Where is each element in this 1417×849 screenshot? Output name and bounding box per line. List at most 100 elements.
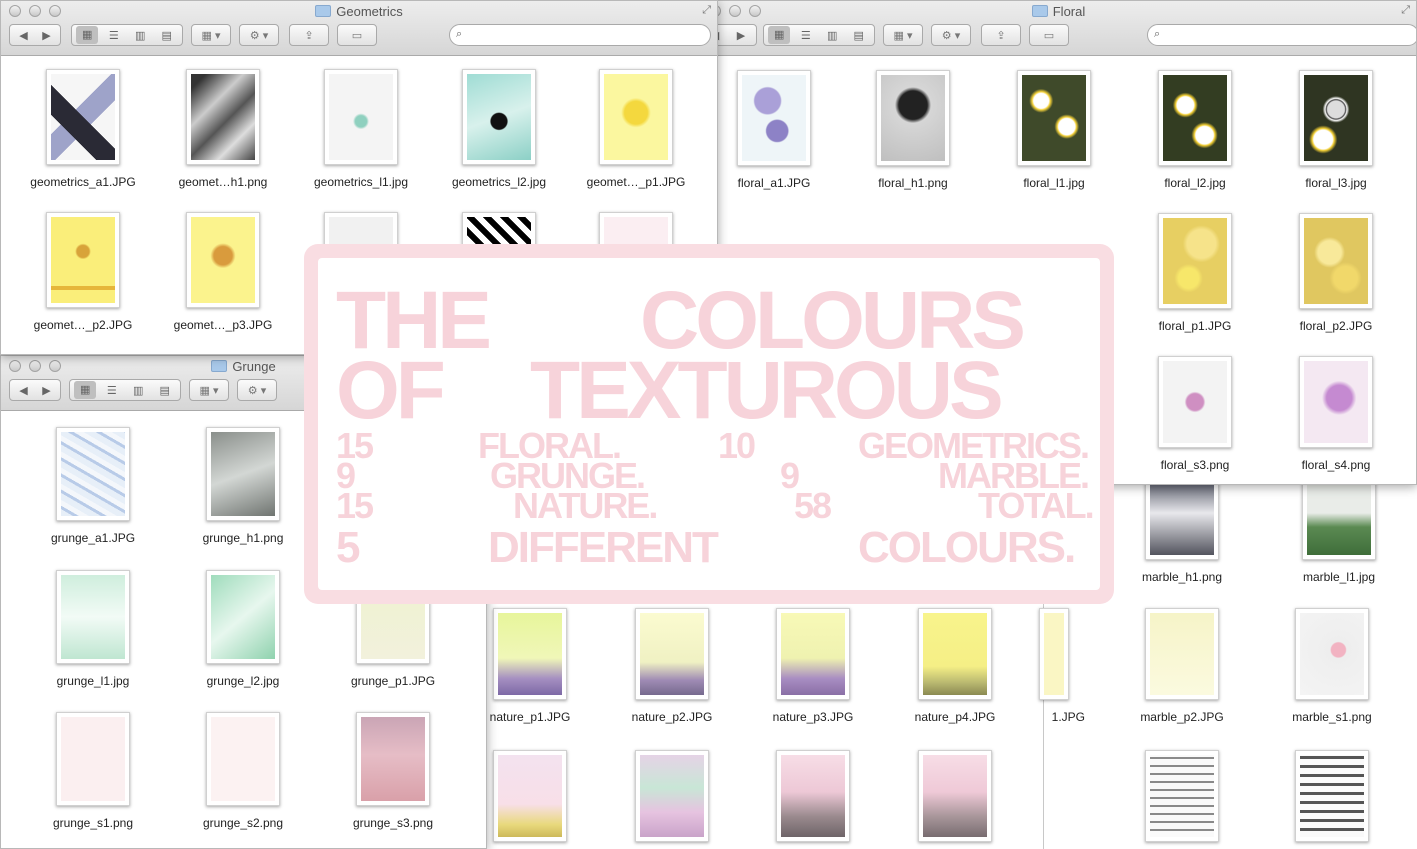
share-button[interactable]: ⇪ xyxy=(981,24,1021,46)
file-thumbnail xyxy=(1295,750,1369,842)
file-label: floral_l2.jpg xyxy=(1164,176,1226,190)
back-icon[interactable]: ◀ xyxy=(13,384,35,397)
file-thumbnail xyxy=(1302,480,1376,560)
tags-button[interactable]: ▭ xyxy=(337,24,377,46)
file-item[interactable] xyxy=(487,750,600,842)
coverflow-view-icon[interactable]: ▤ xyxy=(154,384,176,397)
fullscreen-icon[interactable]: ⤢ xyxy=(702,4,711,17)
file-item[interactable]: floral_a1.JPG xyxy=(704,70,844,190)
file-item[interactable]: grunge_s1.png xyxy=(23,712,163,830)
file-item[interactable]: floral_l1.jpg xyxy=(984,70,1124,190)
file-label: floral_l1.jpg xyxy=(1023,176,1085,190)
back-icon[interactable]: ◀ xyxy=(13,29,35,42)
file-thumbnail xyxy=(1017,70,1091,166)
search-input[interactable]: ⌕ xyxy=(449,24,711,46)
coverflow-view-icon[interactable]: ▤ xyxy=(848,29,870,42)
overlay-count: 58 xyxy=(794,485,832,526)
back-forward-buttons[interactable]: ◀▶ xyxy=(9,379,61,401)
file-item[interactable]: nature_p2.JPG xyxy=(602,608,742,724)
file-item[interactable]: grunge_l2.jpg xyxy=(173,570,313,688)
file-item[interactable] xyxy=(885,750,1025,842)
file-thumbnail xyxy=(635,608,709,700)
file-item[interactable]: grunge_s2.png xyxy=(173,712,313,830)
forward-icon[interactable]: ▶ xyxy=(36,384,58,397)
file-item[interactable]: marble_l1.jpg xyxy=(1269,480,1409,584)
file-item[interactable]: geomet…_p1.JPG xyxy=(566,69,706,189)
search-input[interactable]: ⌕ xyxy=(1147,24,1416,46)
file-thumbnail xyxy=(1145,480,1219,560)
file-item[interactable] xyxy=(743,750,883,842)
file-item[interactable]: floral_p2.JPG xyxy=(1266,213,1406,333)
file-item[interactable]: floral_s3.png xyxy=(1125,356,1265,472)
action-button[interactable]: ⚙ ▾ xyxy=(237,379,277,401)
coverflow-view-icon[interactable]: ▤ xyxy=(156,29,178,42)
file-label: grunge_l2.jpg xyxy=(206,674,280,688)
file-thumbnail xyxy=(493,750,567,842)
file-item[interactable]: geometrics_a1.JPG xyxy=(13,69,153,189)
overlay-word-of: OF xyxy=(336,345,446,436)
file-item[interactable]: floral_p1.JPG xyxy=(1125,213,1265,333)
overlay-count: 10 xyxy=(718,425,756,466)
file-item[interactable]: geometrics_l2.jpg xyxy=(429,69,569,189)
file-item[interactable]: floral_s4.png xyxy=(1266,356,1406,472)
file-item[interactable]: nature_p3.JPG xyxy=(743,608,883,724)
file-item[interactable]: marble_s1.png xyxy=(1262,608,1402,724)
column-view-icon[interactable]: ▥ xyxy=(127,384,149,397)
column-view-icon[interactable]: ▥ xyxy=(129,29,151,42)
file-item[interactable]: grunge_l1.jpg xyxy=(23,570,163,688)
icon-view-icon[interactable]: ▦ xyxy=(768,26,791,44)
file-item[interactable]: grunge_h1.png xyxy=(173,427,313,545)
icon-view-icon[interactable]: ▦ xyxy=(76,26,99,44)
file-item[interactable]: geomet…h1.png xyxy=(153,69,293,189)
arrange-button[interactable]: ▦ ▾ xyxy=(191,24,231,46)
file-item[interactable]: grunge_a1.JPG xyxy=(23,427,163,545)
file-label: marble_h1.png xyxy=(1141,570,1223,584)
arrange-button[interactable]: ▦ ▾ xyxy=(189,379,229,401)
arrange-button[interactable]: ▦ ▾ xyxy=(883,24,923,46)
view-mode-buttons[interactable]: ▦ ☰ ▥ ▤ xyxy=(763,24,875,46)
file-item[interactable]: geomet…_p3.JPG xyxy=(153,212,293,332)
file-item[interactable]: nature_p4.JPG xyxy=(885,608,1025,724)
file-item[interactable]: floral_h1.png xyxy=(843,70,983,190)
file-thumbnail xyxy=(1145,750,1219,842)
list-view-icon[interactable]: ☰ xyxy=(795,29,817,42)
tags-button[interactable]: ▭ xyxy=(1029,24,1069,46)
file-item[interactable] xyxy=(602,750,742,842)
list-view-icon[interactable]: ☰ xyxy=(103,29,125,42)
column-view-icon[interactable]: ▥ xyxy=(821,29,843,42)
forward-icon[interactable]: ▶ xyxy=(730,29,752,42)
file-item[interactable] xyxy=(1112,750,1252,842)
file-label: nature_p1.JPG xyxy=(489,710,571,724)
file-label: marble_s1.png xyxy=(1292,710,1372,724)
forward-icon[interactable]: ▶ xyxy=(36,29,58,42)
file-thumbnail xyxy=(46,212,120,308)
file-thumbnail xyxy=(1299,356,1373,448)
back-forward-buttons[interactable]: ◀▶ xyxy=(9,24,61,46)
file-label: grunge_s3.png xyxy=(352,816,434,830)
file-item[interactable]: floral_l3.jpg xyxy=(1266,70,1406,190)
file-thumbnail xyxy=(1295,608,1369,700)
file-item[interactable]: marble_h1.png xyxy=(1112,480,1252,584)
fullscreen-icon[interactable]: ⤢ xyxy=(1401,4,1410,17)
title-overlay-inner: THE COLOURS OF TEXTUROUS 15 FLORAL. 10 G… xyxy=(318,258,1100,590)
file-item[interactable]: grunge_s3.png xyxy=(323,712,463,830)
file-item[interactable] xyxy=(1262,750,1402,842)
file-item[interactable]: geometrics_l1.jpg xyxy=(291,69,431,189)
toolbar: ◀▶ ▦☰▥▤ ▦ ▾ ⚙ ▾ ⇪ ▭ ⌕ xyxy=(701,24,1416,48)
file-item[interactable]: geomet…_p2.JPG xyxy=(13,212,153,332)
icon-view-icon[interactable]: ▦ xyxy=(74,381,97,399)
view-mode-buttons[interactable]: ▦ ☰ ▥ ▤ xyxy=(69,379,181,401)
overlay-count: 5 xyxy=(336,523,361,572)
file-label: nature_p4.JPG xyxy=(914,710,996,724)
gear-icon: ⚙ xyxy=(941,29,952,42)
file-item[interactable]: floral_l2.jpg xyxy=(1125,70,1265,190)
action-button[interactable]: ⚙ ▾ xyxy=(931,24,971,46)
file-item[interactable]: marble_p2.JPG xyxy=(1112,608,1252,724)
file-item[interactable]: nature_p1.JPG xyxy=(487,608,600,724)
share-button[interactable]: ⇪ xyxy=(289,24,329,46)
file-thumbnail xyxy=(356,712,430,806)
overlay-category: NATURE. xyxy=(513,485,658,526)
action-button[interactable]: ⚙ ▾ xyxy=(239,24,279,46)
view-mode-buttons[interactable]: ▦ ☰ ▥ ▤ xyxy=(71,24,183,46)
list-view-icon[interactable]: ☰ xyxy=(101,384,123,397)
